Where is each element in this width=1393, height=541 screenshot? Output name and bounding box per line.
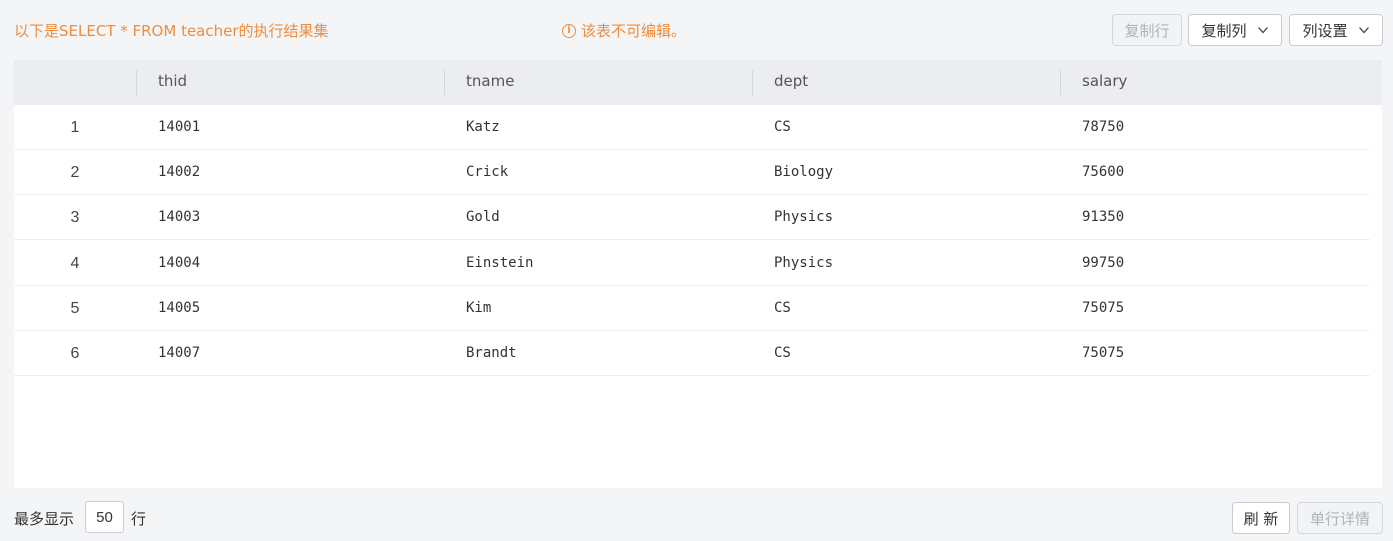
cell-tname[interactable]: Crick: [466, 150, 508, 195]
read-only-warning: i 该表不可编辑。: [562, 20, 686, 41]
result-toolbar: 以下是SELECT * FROM teacher的执行结果集 i 该表不可编辑。…: [0, 0, 1393, 60]
refresh-label: 刷 新: [1243, 509, 1279, 528]
copy-column-dropdown[interactable]: 复制列: [1188, 14, 1282, 46]
column-header-dept[interactable]: dept: [752, 60, 1060, 105]
column-header-tname[interactable]: tname: [444, 60, 752, 105]
max-rows-label: 最多显示: [14, 510, 75, 528]
cell-thid[interactable]: 14001: [158, 105, 200, 150]
cell-salary[interactable]: 78750: [1082, 105, 1124, 150]
column-header-salary[interactable]: salary: [1060, 60, 1370, 105]
cell-thid[interactable]: 14004: [158, 241, 200, 286]
cell-salary[interactable]: 91350: [1082, 195, 1124, 240]
cell-salary[interactable]: 75075: [1082, 286, 1124, 331]
chevron-down-icon: [1358, 27, 1369, 34]
row-number: 5: [70, 300, 80, 317]
row-number: 4: [70, 255, 80, 272]
cell-tname[interactable]: Einstein: [466, 241, 533, 286]
cell-dept[interactable]: CS: [774, 286, 791, 331]
cell-dept[interactable]: Physics: [774, 195, 833, 240]
grid-header: thid tname dept salary: [14, 60, 1382, 105]
cell-dept[interactable]: CS: [774, 105, 791, 150]
rows-suffix-label: 行: [131, 510, 147, 528]
cell-dept[interactable]: Physics: [774, 241, 833, 286]
cell-salary[interactable]: 75075: [1082, 331, 1124, 376]
cell-thid[interactable]: 14005: [158, 286, 200, 331]
column-settings-label: 列设置: [1302, 21, 1348, 40]
cell-thid[interactable]: 14007: [158, 331, 200, 376]
table-row[interactable]: 3 14003 Gold Physics 91350: [14, 195, 1370, 240]
row-number: 6: [70, 345, 80, 362]
info-circle-icon: i: [562, 23, 576, 38]
row-detail-button[interactable]: 单行详情: [1297, 502, 1383, 534]
cell-tname[interactable]: Kim: [466, 286, 491, 331]
row-number: 2: [70, 164, 80, 181]
cell-tname[interactable]: Katz: [466, 105, 500, 150]
copy-row-label: 复制行: [1124, 21, 1170, 40]
table-row[interactable]: 4 14004 Einstein Physics 99750: [14, 241, 1370, 286]
cell-salary[interactable]: 99750: [1082, 241, 1124, 286]
table-row[interactable]: 5 14005 Kim CS 75075: [14, 286, 1370, 331]
cell-salary[interactable]: 75600: [1082, 150, 1124, 195]
copy-column-label: 复制列: [1201, 21, 1247, 40]
table-row[interactable]: 6 14007 Brandt CS 75075: [14, 331, 1370, 376]
cell-thid[interactable]: 14002: [158, 150, 200, 195]
row-number: 3: [70, 209, 80, 226]
table-row[interactable]: 2 14002 Crick Biology 75600: [14, 150, 1370, 195]
copy-row-button[interactable]: 复制行: [1112, 14, 1182, 46]
result-grid: thid tname dept salary 1 14001 Katz CS 7…: [14, 60, 1382, 488]
cell-dept[interactable]: CS: [774, 331, 791, 376]
row-number: 1: [70, 119, 80, 136]
cell-thid[interactable]: 14003: [158, 195, 200, 240]
chevron-down-icon: [1257, 27, 1268, 34]
table-row[interactable]: 1 14001 Katz CS 78750: [14, 105, 1370, 150]
read-only-warning-text: 该表不可编辑。: [581, 22, 687, 40]
column-header-thid[interactable]: thid: [136, 60, 444, 105]
row-detail-label: 单行详情: [1309, 509, 1370, 528]
row-limit-input[interactable]: [85, 501, 124, 533]
refresh-button[interactable]: 刷 新: [1232, 502, 1290, 534]
cell-tname[interactable]: Brandt: [466, 331, 517, 376]
column-settings-dropdown[interactable]: 列设置: [1289, 14, 1383, 46]
cell-tname[interactable]: Gold: [466, 195, 500, 240]
query-title: 以下是SELECT * FROM teacher的执行结果集: [14, 22, 329, 40]
cell-dept[interactable]: Biology: [774, 150, 833, 195]
